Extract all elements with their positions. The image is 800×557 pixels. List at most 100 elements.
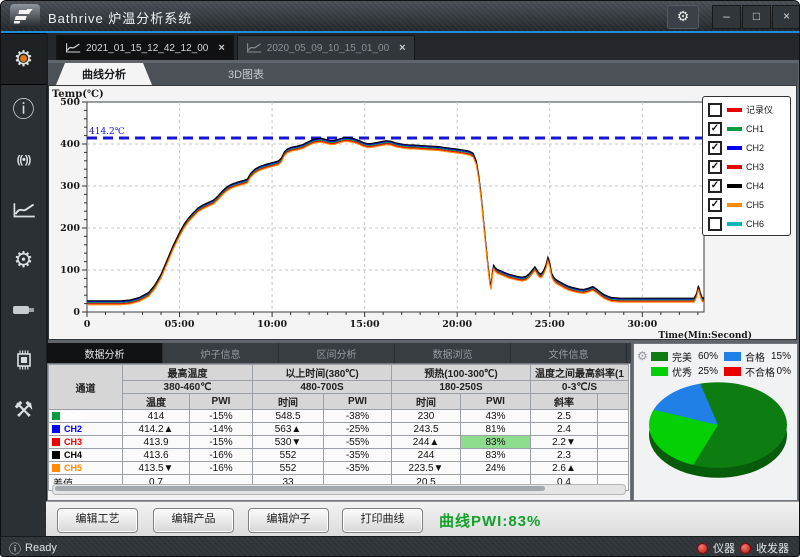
data-cell: 230 [392,410,461,423]
chart-legend: 记录仪✓CH1✓CH2✓CH3✓CH4✓CH5CH6 [702,96,791,236]
svg-text:05:00: 05:00 [165,319,195,330]
data-cell: 530▼ [253,436,324,449]
svg-text:400: 400 [60,139,80,150]
analysis-tab-3[interactable]: 数据浏览 [395,343,511,363]
titlebar-settings-button[interactable]: ⚙ [667,5,699,29]
action-button-0[interactable]: 编辑工艺 [57,508,138,533]
analysis-table: 通道最高温度以上时间(380℃)预热(100-300℃)温度之间最高斜率(138… [48,364,629,491]
sidebar-item-info[interactable]: ⓘ [1,85,46,135]
pie-legend-label: 不合格 [745,364,775,379]
table-row-CH2[interactable]: CH2414.2▲-14%563▲-25%243.581%2.4 [49,423,629,436]
sidebar-item-tools[interactable]: ⚒ [1,385,46,435]
close-tab-icon[interactable]: × [399,42,405,54]
channel-label: CH5 [64,463,82,473]
pie-legend-label: 完美 [672,349,692,364]
data-cell: -15% [190,436,253,449]
scrollbar-thumb[interactable] [55,486,545,491]
sidebar-item-chip[interactable] [1,335,46,385]
pie-legend-pct: 15% [771,351,797,362]
data-cell: 244▲ [392,436,461,449]
svg-text:0: 0 [73,307,80,318]
channel-cell-CH1[interactable]: CH1 [49,410,123,423]
data-cell: 43% [461,410,531,423]
sub-col-header: PWI [190,394,253,410]
pie-legend-pct: 60% [698,351,724,362]
pie-legend-swatch [724,352,741,361]
table-row-CH3[interactable]: CH3413.9-15%530▼-55%244▲83%2.2▼ [49,436,629,449]
data-cell: 244 [392,449,461,462]
sidebar-item-preferences[interactable]: ⚙ [1,235,46,285]
group-range-2: 180-250S [392,381,531,394]
curve-chart-icon [12,202,36,219]
table-row-CH5[interactable]: CH5413.5▼-16%552-35%223.5▼24%2.6▲ [49,462,629,475]
close-button[interactable]: × [772,5,800,29]
title-bar[interactable]: Bathrive 炉温分析系统 ⚙ – □ × [1,1,799,31]
legend-checkbox[interactable]: ✓ [708,141,722,155]
close-tab-icon[interactable]: × [218,42,224,54]
horizontal-scrollbar[interactable] [52,484,626,495]
data-cell: 81% [461,423,531,436]
app-window: Bathrive 炉温分析系统 ⚙ – □ × ⚙ⓘ((•))⚙⚒ 2021_0… [0,0,800,557]
pie-legend-label: 优秀 [672,364,692,379]
sub-col-header: PWI [461,394,531,410]
legend-checkbox[interactable]: ✓ [708,198,722,212]
group-header-1: 以上时间(380℃) [253,365,392,381]
sidebar-item-transmitter[interactable]: ((•)) [1,135,46,185]
action-button-3[interactable]: 打印曲线 [342,508,423,533]
file-tab-0[interactable]: 2021_01_15_12_42_12_00 × [56,35,234,60]
legend-checkbox[interactable]: ✓ [708,122,722,136]
channel-cell-CH2[interactable]: CH2 [49,423,123,436]
pie-legend: 完美60%合格15%优秀25%不合格0% [651,349,797,379]
gear-icon: ⚙ [677,8,690,24]
pie-settings-gear-icon[interactable]: ⚙ [637,349,648,363]
sidebar-item-usb-device[interactable] [1,285,46,335]
legend-checkbox[interactable] [708,217,722,231]
channel-cell-CH4[interactable]: CH4 [49,449,123,462]
file-tab-1[interactable]: 2020_05_09_10_15_01_00× [237,35,415,60]
sidebar-item-settings[interactable]: ⚙ [1,33,46,85]
sub-col-header: PWI [324,394,392,410]
curve-tab-icon [65,42,81,54]
pie-legend-不合格: 不合格0% [724,364,797,379]
action-button-2[interactable]: 编辑炉子 [248,508,329,533]
table-row-CH4[interactable]: CH4413.6-16%552-35%24483%2.3 [49,449,629,462]
view-tab-0[interactable]: 曲线分析 [56,63,152,85]
legend-color-line [727,165,742,169]
analysis-tab-4[interactable]: 文件信息 [511,343,627,363]
data-cell: 83% [461,436,531,449]
data-cell: 2.4 [531,423,598,436]
legend-label: CH1 [746,124,764,134]
data-cell: -35% [324,462,392,475]
legend-checkbox[interactable] [708,103,722,117]
action-bar: 曲线PWI:83% 编辑工艺编辑产品编辑炉子打印曲线 [46,501,799,537]
analysis-tab-1[interactable]: 炉子信息 [163,343,279,363]
svg-text:10:00: 10:00 [257,319,287,330]
group-range-3: 0-3℃/S [531,381,629,394]
channel-cell-CH3[interactable]: CH3 [49,436,123,449]
tools-icon: ⚒ [14,399,34,421]
data-cell: -38% [324,410,392,423]
legend-item-记录仪: 记录仪 [708,100,790,119]
action-button-1[interactable]: 编辑产品 [153,508,234,533]
file-tab-label: 2021_01_15_12_42_12_00 [86,43,208,54]
minimize-button[interactable]: – [712,5,741,29]
data-cell: 2.3 [531,449,598,462]
group-header-0: 最高温度 [123,365,253,381]
analysis-tab-2[interactable]: 区间分析 [279,343,395,363]
status-ready-text: Ready [25,542,57,554]
table-row-CH1[interactable]: CH1414-15%548.5-38%23043%2.5 [49,410,629,423]
legend-checkbox[interactable]: ✓ [708,160,722,174]
legend-label: CH6 [746,219,764,229]
pwi-pie-panel: ⚙ 完美60%合格15%优秀25%不合格0% [633,343,798,501]
sidebar-item-curves[interactable] [1,185,46,235]
svg-text:15:00: 15:00 [350,319,380,330]
analysis-tab-0[interactable]: 数据分析 [47,343,163,363]
legend-color-line [727,127,742,131]
legend-checkbox[interactable]: ✓ [708,179,722,193]
view-tab-1[interactable]: 3D图表 [198,63,294,85]
sub-col-header: 时间 [253,394,324,410]
data-cell: 414.2▲ [123,423,190,436]
channel-cell-CH5[interactable]: CH5 [49,462,123,475]
legend-item-CH4: ✓CH4 [708,176,790,195]
maximize-button[interactable]: □ [742,5,771,29]
